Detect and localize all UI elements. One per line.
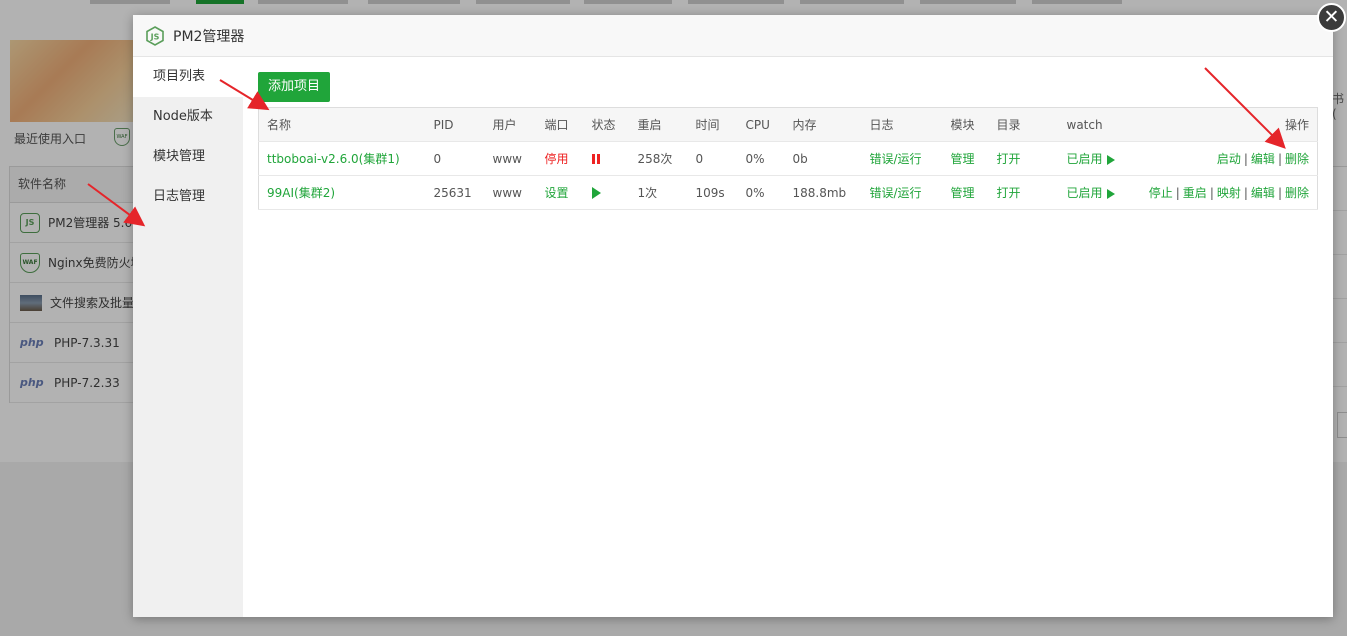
port-settings-link[interactable]: 设置 (545, 186, 569, 200)
module-manage-link[interactable]: 管理 (951, 152, 975, 166)
project-memory: 0b (784, 141, 862, 176)
watch-status: 已启用 (1066, 186, 1103, 200)
delete-button[interactable]: 删除 (1285, 186, 1309, 200)
project-uptime: 109s (687, 175, 738, 210)
play-icon (1106, 188, 1115, 199)
menu-item-log-management[interactable]: 日志管理 (133, 177, 243, 217)
table-row: ttboboai-v2.6.0(集群1) 0 www 停用 258次 0 0% … (258, 141, 1318, 176)
column-header: watch (1058, 107, 1139, 142)
column-header: PID (425, 107, 485, 142)
menu-item-project-list[interactable]: 项目列表 (133, 57, 243, 97)
column-header: CPU (737, 107, 785, 142)
column-header: 时间 (687, 107, 738, 142)
edit-button[interactable]: 编辑 (1251, 152, 1275, 166)
map-button[interactable]: 映射 (1217, 186, 1241, 200)
port-disabled-link[interactable]: 停用 (545, 152, 569, 166)
column-header: 内存 (784, 107, 862, 142)
menu-item-module-management[interactable]: 模块管理 (133, 137, 243, 177)
play-icon (1106, 154, 1115, 165)
project-name-link[interactable]: 99AI(集群2) (267, 186, 335, 200)
column-header: 端口 (536, 107, 584, 142)
add-project-button[interactable]: 添加项目 (258, 72, 331, 102)
close-icon[interactable]: ✕ (1317, 3, 1346, 32)
restart-button[interactable]: 重启 (1183, 186, 1207, 200)
project-table: 名称 PID 用户 端口 状态 重启 时间 CPU 内存 日志 模块 目录 wa… (258, 107, 1318, 210)
project-restarts: 1次 (629, 175, 688, 210)
pause-icon[interactable] (591, 154, 600, 164)
dialog-header: JS PM2管理器 (133, 15, 1333, 57)
project-user: www (484, 141, 537, 176)
nodejs-logo-icon: JS (146, 25, 164, 46)
column-header: 模块 (942, 107, 989, 142)
project-pid: 0 (425, 141, 485, 176)
project-restarts: 258次 (629, 141, 688, 176)
play-icon[interactable] (591, 187, 601, 199)
project-user: www (484, 175, 537, 210)
project-list-panel: 添加项目 名称 PID 用户 端口 状态 重启 时间 CPU 内存 日志 模块 … (243, 57, 1333, 617)
table-row: 99AI(集群2) 25631 www 设置 1次 109s 0% 188.8m… (258, 175, 1318, 210)
menu-item-node-version[interactable]: Node版本 (133, 97, 243, 137)
edit-button[interactable]: 编辑 (1251, 186, 1275, 200)
side-menu: 项目列表 Node版本 模块管理 日志管理 (133, 57, 243, 617)
project-cpu: 0% (737, 175, 785, 210)
watch-toggle[interactable]: 已启用 (1067, 186, 1115, 200)
column-header: 日志 (861, 107, 943, 142)
start-button[interactable]: 启动 (1217, 152, 1241, 166)
project-memory: 188.8mb (784, 175, 862, 210)
delete-button[interactable]: 删除 (1285, 152, 1309, 166)
stop-button[interactable]: 停止 (1149, 186, 1173, 200)
column-header: 名称 (258, 107, 426, 142)
column-header: 用户 (484, 107, 537, 142)
module-manage-link[interactable]: 管理 (951, 186, 975, 200)
watch-status: 已启用 (1066, 152, 1103, 166)
log-link[interactable]: 错误/运行 (870, 186, 922, 200)
table-header-row: 名称 PID 用户 端口 状态 重启 时间 CPU 内存 日志 模块 目录 wa… (258, 107, 1318, 142)
row-actions: 停止 | 重启 | 映射 | 编辑 | 删除 (1138, 175, 1318, 210)
column-header: 操作 (1138, 107, 1318, 142)
open-directory-link[interactable]: 打开 (997, 186, 1021, 200)
project-pid: 25631 (425, 175, 485, 210)
watch-toggle[interactable]: 已启用 (1067, 152, 1115, 166)
pm2-manager-dialog: JS PM2管理器 项目列表 Node版本 模块管理 日志管理 添加项目 名称 … (133, 15, 1333, 617)
log-link[interactable]: 错误/运行 (870, 152, 922, 166)
column-header: 重启 (629, 107, 688, 142)
project-cpu: 0% (737, 141, 785, 176)
dialog-title: PM2管理器 (173, 28, 245, 45)
project-uptime: 0 (687, 141, 738, 176)
open-directory-link[interactable]: 打开 (997, 152, 1021, 166)
row-actions: 启动 | 编辑 | 删除 (1138, 141, 1318, 176)
project-name-link[interactable]: ttboboai-v2.6.0(集群1) (267, 152, 400, 166)
svg-text:JS: JS (150, 32, 160, 41)
column-header: 状态 (583, 107, 630, 142)
column-header: 目录 (988, 107, 1059, 142)
